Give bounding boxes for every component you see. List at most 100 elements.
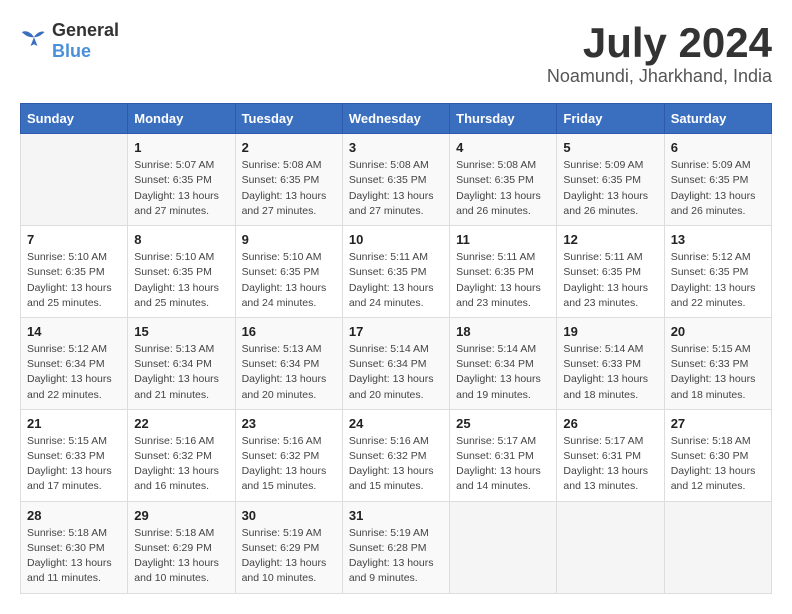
- day-info: Sunrise: 5:08 AM Sunset: 6:35 PM Dayligh…: [349, 158, 443, 219]
- header-monday: Monday: [128, 104, 235, 134]
- day-number: 19: [563, 324, 657, 339]
- day-number: 18: [456, 324, 550, 339]
- day-number: 20: [671, 324, 765, 339]
- day-info: Sunrise: 5:12 AM Sunset: 6:34 PM Dayligh…: [27, 342, 121, 403]
- day-info: Sunrise: 5:17 AM Sunset: 6:31 PM Dayligh…: [456, 434, 550, 495]
- day-number: 16: [242, 324, 336, 339]
- day-info: Sunrise: 5:11 AM Sunset: 6:35 PM Dayligh…: [456, 250, 550, 311]
- day-number: 14: [27, 324, 121, 339]
- calendar-cell: 4 Sunrise: 5:08 AM Sunset: 6:35 PM Daylig…: [450, 134, 557, 226]
- day-number: 31: [349, 508, 443, 523]
- day-info: Sunrise: 5:08 AM Sunset: 6:35 PM Dayligh…: [242, 158, 336, 219]
- calendar-cell: 3 Sunrise: 5:08 AM Sunset: 6:35 PM Daylig…: [342, 134, 449, 226]
- day-number: 3: [349, 140, 443, 155]
- day-number: 15: [134, 324, 228, 339]
- day-number: 24: [349, 416, 443, 431]
- day-number: 29: [134, 508, 228, 523]
- title-section: July 2024 Noamundi, Jharkhand, India: [547, 20, 772, 87]
- day-info: Sunrise: 5:18 AM Sunset: 6:29 PM Dayligh…: [134, 526, 228, 587]
- header-tuesday: Tuesday: [235, 104, 342, 134]
- header-thursday: Thursday: [450, 104, 557, 134]
- calendar-cell: 10Sunrise: 5:11 AM Sunset: 6:35 PM Dayli…: [342, 226, 449, 318]
- calendar-cell: 15 Sunrise: 5:13 AM Sunset: 6:34 PM Dayli…: [128, 317, 235, 409]
- day-number: 21: [27, 416, 121, 431]
- day-number: 11: [456, 232, 550, 247]
- day-info: Sunrise: 5:16 AM Sunset: 6:32 PM Dayligh…: [349, 434, 443, 495]
- day-info: Sunrise: 5:11 AM Sunset: 6:35 PM Dayligh…: [563, 250, 657, 311]
- day-info: Sunrise: 5:19 AM Sunset: 6:28 PM Dayligh…: [349, 526, 443, 587]
- day-number: 9: [242, 232, 336, 247]
- logo: General Blue: [20, 20, 119, 62]
- day-info: Sunrise: 5:11 AM Sunset: 6:35 PM Dayligh…: [349, 250, 443, 311]
- day-info: Sunrise: 5:14 AM Sunset: 6:33 PM Dayligh…: [563, 342, 657, 403]
- day-info: Sunrise: 5:10 AM Sunset: 6:35 PM Dayligh…: [27, 250, 121, 311]
- day-number: 4: [456, 140, 550, 155]
- day-number: 5: [563, 140, 657, 155]
- day-info: Sunrise: 5:15 AM Sunset: 6:33 PM Dayligh…: [671, 342, 765, 403]
- day-number: 12: [563, 232, 657, 247]
- day-info: Sunrise: 5:07 AM Sunset: 6:35 PM Dayligh…: [134, 158, 228, 219]
- day-info: Sunrise: 5:16 AM Sunset: 6:32 PM Dayligh…: [134, 434, 228, 495]
- day-info: Sunrise: 5:14 AM Sunset: 6:34 PM Dayligh…: [456, 342, 550, 403]
- calendar-cell: 19 Sunrise: 5:14 AM Sunset: 6:33 PM Dayli…: [557, 317, 664, 409]
- day-info: Sunrise: 5:09 AM Sunset: 6:35 PM Dayligh…: [671, 158, 765, 219]
- calendar-cell: [664, 501, 771, 593]
- location-title: Noamundi, Jharkhand, India: [547, 66, 772, 87]
- calendar-cell: 7Sunrise: 5:10 AM Sunset: 6:35 PM Daylig…: [21, 226, 128, 318]
- day-number: 1: [134, 140, 228, 155]
- day-number: 8: [134, 232, 228, 247]
- day-info: Sunrise: 5:12 AM Sunset: 6:35 PM Dayligh…: [671, 250, 765, 311]
- calendar-cell: 22Sunrise: 5:16 AM Sunset: 6:32 PM Dayli…: [128, 409, 235, 501]
- calendar-cell: [450, 501, 557, 593]
- calendar-cell: 2 Sunrise: 5:08 AM Sunset: 6:35 PM Daylig…: [235, 134, 342, 226]
- day-number: 17: [349, 324, 443, 339]
- calendar-cell: 20 Sunrise: 5:15 AM Sunset: 6:33 PM Dayli…: [664, 317, 771, 409]
- calendar-cell: 16 Sunrise: 5:13 AM Sunset: 6:34 PM Dayli…: [235, 317, 342, 409]
- calendar-cell: 25 Sunrise: 5:17 AM Sunset: 6:31 PM Dayli…: [450, 409, 557, 501]
- day-number: 26: [563, 416, 657, 431]
- day-number: 25: [456, 416, 550, 431]
- calendar-cell: 12 Sunrise: 5:11 AM Sunset: 6:35 PM Dayli…: [557, 226, 664, 318]
- calendar-cell: 17 Sunrise: 5:14 AM Sunset: 6:34 PM Dayli…: [342, 317, 449, 409]
- day-info: Sunrise: 5:18 AM Sunset: 6:30 PM Dayligh…: [27, 526, 121, 587]
- day-number: 23: [242, 416, 336, 431]
- day-info: Sunrise: 5:08 AM Sunset: 6:35 PM Dayligh…: [456, 158, 550, 219]
- calendar-cell: 27Sunrise: 5:18 AM Sunset: 6:30 PM Dayli…: [664, 409, 771, 501]
- calendar-cell: 11 Sunrise: 5:11 AM Sunset: 6:35 PM Dayli…: [450, 226, 557, 318]
- calendar-cell: 1 Sunrise: 5:07 AM Sunset: 6:35 PM Daylig…: [128, 134, 235, 226]
- logo-blue: Blue: [52, 41, 91, 61]
- day-info: Sunrise: 5:16 AM Sunset: 6:32 PM Dayligh…: [242, 434, 336, 495]
- calendar-cell: 30 Sunrise: 5:19 AM Sunset: 6:29 PM Dayli…: [235, 501, 342, 593]
- day-info: Sunrise: 5:19 AM Sunset: 6:29 PM Dayligh…: [242, 526, 336, 587]
- day-info: Sunrise: 5:13 AM Sunset: 6:34 PM Dayligh…: [242, 342, 336, 403]
- day-number: 2: [242, 140, 336, 155]
- day-info: Sunrise: 5:10 AM Sunset: 6:35 PM Dayligh…: [134, 250, 228, 311]
- calendar-cell: 8 Sunrise: 5:10 AM Sunset: 6:35 PM Daylig…: [128, 226, 235, 318]
- logo-general: General: [52, 20, 119, 40]
- calendar-cell: 21 Sunrise: 5:15 AM Sunset: 6:33 PM Dayli…: [21, 409, 128, 501]
- month-year-title: July 2024: [547, 20, 772, 66]
- header-friday: Friday: [557, 104, 664, 134]
- day-number: 13: [671, 232, 765, 247]
- day-info: Sunrise: 5:13 AM Sunset: 6:34 PM Dayligh…: [134, 342, 228, 403]
- day-number: 30: [242, 508, 336, 523]
- day-info: Sunrise: 5:14 AM Sunset: 6:34 PM Dayligh…: [349, 342, 443, 403]
- calendar-cell: 29 Sunrise: 5:18 AM Sunset: 6:29 PM Dayli…: [128, 501, 235, 593]
- calendar-cell: [557, 501, 664, 593]
- day-info: Sunrise: 5:15 AM Sunset: 6:33 PM Dayligh…: [27, 434, 121, 495]
- calendar-cell: 18 Sunrise: 5:14 AM Sunset: 6:34 PM Dayli…: [450, 317, 557, 409]
- calendar-cell: 23 Sunrise: 5:16 AM Sunset: 6:32 PM Dayli…: [235, 409, 342, 501]
- calendar-cell: 31 Sunrise: 5:19 AM Sunset: 6:28 PM Dayli…: [342, 501, 449, 593]
- day-info: Sunrise: 5:10 AM Sunset: 6:35 PM Dayligh…: [242, 250, 336, 311]
- header-sunday: Sunday: [21, 104, 128, 134]
- calendar-cell: [21, 134, 128, 226]
- calendar-cell: 13 Sunrise: 5:12 AM Sunset: 6:35 PM Dayli…: [664, 226, 771, 318]
- calendar-cell: 6 Sunrise: 5:09 AM Sunset: 6:35 PM Daylig…: [664, 134, 771, 226]
- header-wednesday: Wednesday: [342, 104, 449, 134]
- day-number: 28: [27, 508, 121, 523]
- calendar-cell: 5Sunrise: 5:09 AM Sunset: 6:35 PM Daylig…: [557, 134, 664, 226]
- day-number: 27: [671, 416, 765, 431]
- day-number: 6: [671, 140, 765, 155]
- header-saturday: Saturday: [664, 104, 771, 134]
- bird-icon: [20, 28, 48, 50]
